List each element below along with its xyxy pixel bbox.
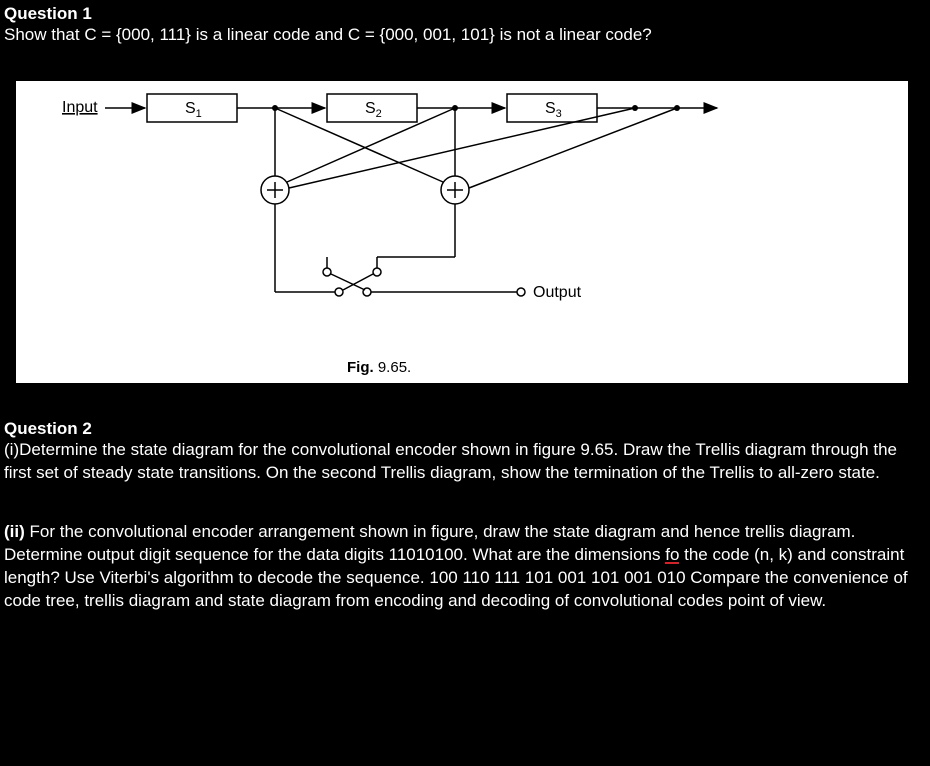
question-2-title: Question 2 [4, 419, 922, 439]
input-label: Input [62, 99, 98, 116]
figure-box: Input S1 S2 S3 [16, 81, 908, 383]
page: Question 1 Show that C = {000, 111} is a… [0, 0, 930, 625]
figure-caption: Fig. 9.65. [347, 359, 411, 376]
output-label: Output [533, 284, 582, 301]
question-1-title: Question 1 [4, 4, 922, 24]
encoder-diagram: Input S1 S2 S3 [17, 82, 907, 372]
typo-fo: fo [665, 547, 679, 564]
question-2-part-ii: (ii) For the convolutional encoder arran… [4, 521, 922, 613]
question-1-body: Show that C = {000, 111} is a linear cod… [4, 24, 922, 47]
question-2-part-i: (i)Determine the state diagram for the c… [4, 439, 922, 485]
output-terminal [517, 288, 525, 296]
